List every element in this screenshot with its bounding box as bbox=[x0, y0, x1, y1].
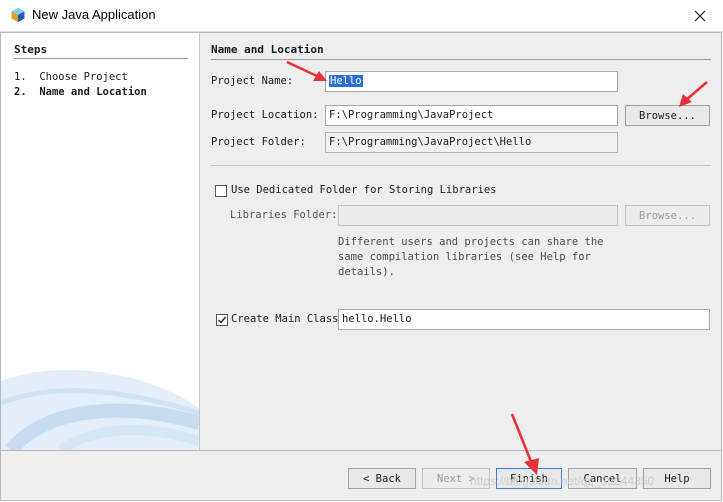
libraries-folder-input[interactable] bbox=[338, 205, 618, 226]
project-name-label: Project Name: bbox=[211, 75, 294, 87]
project-folder-field: F:\Programming\JavaProject\Hello bbox=[325, 132, 618, 153]
create-main-class-label[interactable]: Create Main Class bbox=[231, 313, 338, 325]
button-bar-divider bbox=[1, 450, 721, 451]
dedicated-folder-checkbox[interactable] bbox=[215, 185, 227, 197]
create-main-class-checkbox[interactable] bbox=[216, 314, 228, 326]
project-folder-label: Project Folder: bbox=[211, 136, 306, 148]
arrow-annotation-browse bbox=[679, 81, 708, 107]
project-location-input[interactable]: F:\Programming\JavaProject bbox=[325, 105, 618, 126]
libraries-browse-button[interactable]: Browse... bbox=[625, 205, 710, 226]
watermark-text: https://blog.csdn.net/qq_39244350 bbox=[470, 474, 655, 488]
back-button[interactable]: < Back bbox=[348, 468, 416, 489]
arrow-annotation-finish bbox=[510, 413, 539, 475]
libraries-folder-label: Libraries Folder: bbox=[230, 209, 338, 221]
section-divider bbox=[211, 165, 711, 166]
steps-panel: Steps 1. Choose Project 2. Name and Loca… bbox=[1, 33, 199, 450]
page-title: Name and Location bbox=[211, 43, 324, 56]
close-button[interactable] bbox=[677, 0, 723, 31]
project-location-label: Project Location: bbox=[211, 109, 319, 121]
dedicated-folder-label[interactable]: Use Dedicated Folder for Storing Librari… bbox=[231, 184, 497, 196]
steps-divider bbox=[14, 58, 188, 59]
project-name-value: Hello bbox=[329, 75, 363, 87]
checkmark-icon bbox=[218, 316, 227, 324]
decorative-swoosh-graphic bbox=[1, 369, 199, 450]
step-choose-project: 1. Choose Project bbox=[14, 71, 128, 83]
steps-title: Steps bbox=[14, 43, 48, 56]
window-title: New Java Application bbox=[32, 7, 156, 22]
close-icon bbox=[694, 10, 706, 21]
libraries-help-text: Different users and projects can share t… bbox=[338, 236, 604, 278]
main-class-input[interactable]: hello.Hello bbox=[338, 309, 710, 330]
title-bar: New Java Application bbox=[0, 0, 723, 32]
step-name-and-location: 2. Name and Location bbox=[14, 86, 147, 98]
project-name-input[interactable]: Hello bbox=[325, 71, 618, 92]
apache-netbeans-icon bbox=[11, 8, 25, 22]
arrow-annotation-project-name bbox=[286, 60, 327, 81]
panel-divider bbox=[199, 33, 200, 450]
